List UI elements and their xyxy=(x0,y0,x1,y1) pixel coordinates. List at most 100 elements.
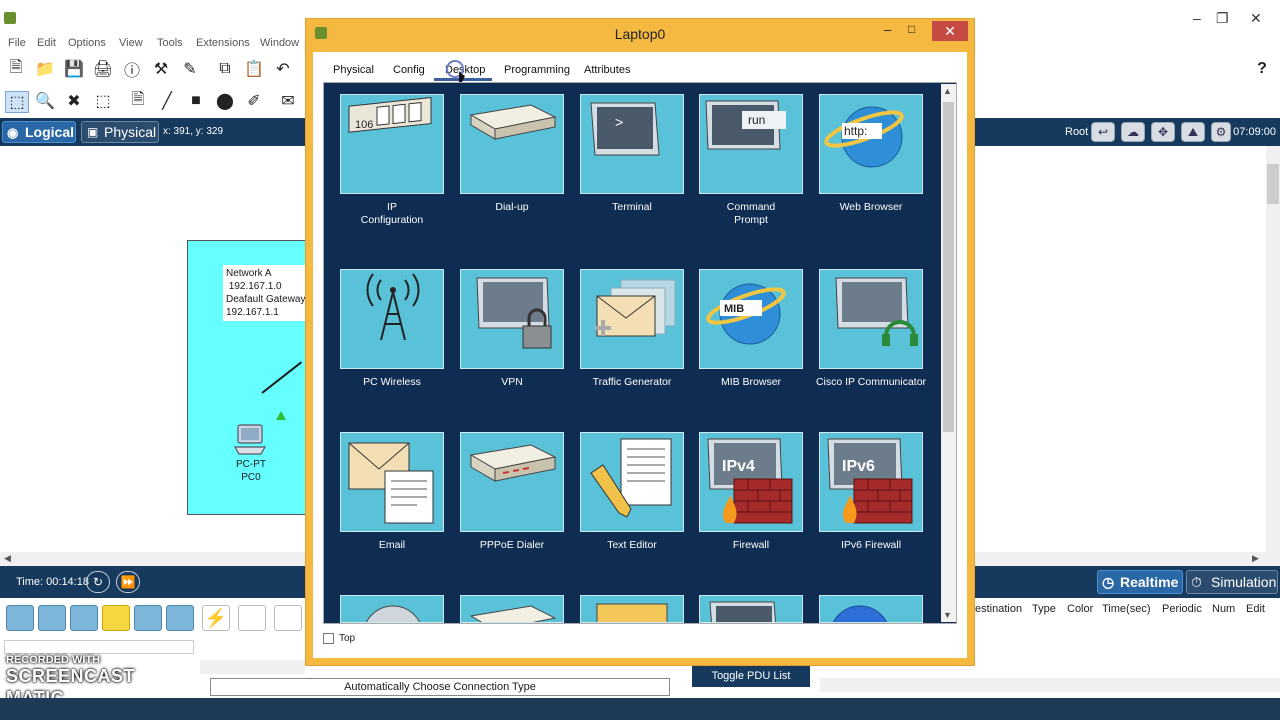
network-wizard-icon[interactable]: ⚒ xyxy=(151,59,171,79)
new-file-icon[interactable]: 🗎 xyxy=(6,59,26,79)
power-cycle-icon[interactable]: ↻ xyxy=(86,571,110,593)
freeform-icon[interactable]: ✐ xyxy=(244,91,264,111)
auto-connection-icon[interactable]: ⚡ xyxy=(202,605,230,631)
misc-devices-icon[interactable] xyxy=(134,605,162,631)
components-icon[interactable] xyxy=(70,605,98,631)
physical-view-tab[interactable]: ▣ Physical xyxy=(81,121,159,143)
zoom-search-icon[interactable]: 🔍 xyxy=(35,91,55,111)
email-tile[interactable] xyxy=(340,432,444,532)
ip-communicator-tile[interactable] xyxy=(819,269,923,369)
copy-icon[interactable]: ⧉ xyxy=(215,59,235,79)
pc-device-icon[interactable] xyxy=(233,423,267,457)
command-prompt-tile[interactable]: run xyxy=(699,94,803,194)
dialog-close-button[interactable]: ✕ xyxy=(932,21,968,41)
tab-programming[interactable]: Programming xyxy=(504,64,570,76)
desktop-scroll-thumb[interactable] xyxy=(943,102,954,432)
mib-browser-tile[interactable]: MIB xyxy=(699,269,803,369)
scroll-right-icon[interactable]: ▶ xyxy=(1252,553,1259,564)
firewall-tile[interactable]: IPv4 xyxy=(699,432,803,532)
note-icon[interactable]: 🗎 xyxy=(128,91,148,111)
paste-icon[interactable]: 📋 xyxy=(244,59,264,79)
ipv6-firewall-tile[interactable]: IPv6 xyxy=(819,432,923,532)
pc-wireless-tile[interactable] xyxy=(340,269,444,369)
straight-cable-icon[interactable] xyxy=(274,605,302,631)
network-devices-icon[interactable] xyxy=(6,605,34,631)
menu-file[interactable]: File xyxy=(8,37,26,49)
top-checkbox[interactable] xyxy=(323,633,334,644)
scroll-left-icon[interactable]: ◀ xyxy=(4,553,11,564)
pdu-col-destination[interactable]: estination xyxy=(975,603,1022,615)
connections-icon[interactable] xyxy=(102,605,130,631)
end-devices-icon[interactable] xyxy=(38,605,66,631)
dialog-minimize-icon[interactable]: – xyxy=(884,22,891,37)
menu-view[interactable]: View xyxy=(119,37,143,49)
workspace-vscroll-thumb[interactable] xyxy=(1267,164,1279,204)
pdu-col-time[interactable]: Time(sec) xyxy=(1102,603,1150,615)
simulation-mode-button[interactable]: ⏱ Simulation xyxy=(1186,570,1278,594)
logical-view-tab[interactable]: ◉ Logical xyxy=(2,121,76,143)
text-editor-tile[interactable] xyxy=(580,432,684,532)
partial-app-tile-3[interactable] xyxy=(580,595,684,623)
maximize-icon[interactable]: ❐ xyxy=(1216,10,1229,27)
partial-app-tile-5[interactable] xyxy=(819,595,923,623)
back-icon[interactable]: ↩ xyxy=(1091,122,1115,142)
pdu-col-num[interactable]: Num xyxy=(1212,603,1235,615)
realtime-mode-button[interactable]: ◷ Realtime xyxy=(1097,570,1183,594)
tab-config[interactable]: Config xyxy=(393,64,425,76)
network-note[interactable]: Network A 192.167.1.0 Deafault Gateway 1… xyxy=(223,265,309,321)
delete-icon[interactable]: ✖ xyxy=(64,91,84,111)
save-icon[interactable]: 💾 xyxy=(64,59,84,79)
dial-up-tile[interactable] xyxy=(460,94,564,194)
pdu-col-periodic[interactable]: Periodic xyxy=(1162,603,1202,615)
link-status-indicator xyxy=(276,411,286,420)
dialog-maximize-icon[interactable]: □ xyxy=(908,22,915,36)
draw-ellipse-icon[interactable]: ⬤ xyxy=(215,91,235,111)
pdu-envelope-icon[interactable]: ✉ xyxy=(278,91,298,111)
pdu-col-edit[interactable]: Edit xyxy=(1246,603,1265,615)
menu-window[interactable]: Window xyxy=(260,37,299,49)
partial-app-tile-4[interactable] xyxy=(699,595,803,623)
menu-extensions[interactable]: Extensions xyxy=(196,37,250,49)
pdu-col-color[interactable]: Color xyxy=(1067,603,1093,615)
tab-attributes[interactable]: Attributes xyxy=(584,64,630,76)
close-icon[interactable]: ✕ xyxy=(1250,10,1262,27)
terminal-tile[interactable]: > xyxy=(580,94,684,194)
pppoe-dialer-tile[interactable] xyxy=(460,432,564,532)
help-icon[interactable]: ? xyxy=(1252,59,1272,79)
activity-wizard-icon[interactable]: ✎ xyxy=(180,59,200,79)
menu-tools[interactable]: Tools xyxy=(157,37,183,49)
minimize-icon[interactable]: – xyxy=(1193,10,1201,26)
resize-icon[interactable]: ⬚ xyxy=(93,91,113,111)
info-icon[interactable]: ⓘ xyxy=(122,59,142,80)
multiuser-icon[interactable] xyxy=(166,605,194,631)
cluster-cloud-icon[interactable]: ☁ xyxy=(1121,122,1145,142)
menu-edit[interactable]: Edit xyxy=(37,37,56,49)
draw-line-icon[interactable]: ╱ xyxy=(157,91,177,111)
toggle-pdu-list-button[interactable]: Toggle PDU List Window xyxy=(692,665,810,704)
undo-icon[interactable]: ↶ xyxy=(273,59,293,79)
console-cable-icon[interactable] xyxy=(238,605,266,631)
scroll-down-icon[interactable]: ▼ xyxy=(943,610,952,620)
pdu-hscrollbar[interactable] xyxy=(820,678,1280,692)
vpn-tile[interactable] xyxy=(460,269,564,369)
traffic-generator-tile[interactable] xyxy=(580,269,684,369)
move-object-icon[interactable]: ✥ xyxy=(1151,122,1175,142)
pppoe-dialer-icon xyxy=(469,444,557,482)
partial-app-tile-1[interactable] xyxy=(340,595,444,623)
web-browser-tile[interactable]: http: xyxy=(819,94,923,194)
set-background-icon[interactable]: ⛰ xyxy=(1181,122,1205,142)
os-taskbar xyxy=(0,698,1280,720)
workspace-vscrollbar[interactable] xyxy=(1266,146,1280,552)
pdu-col-type[interactable]: Type xyxy=(1032,603,1056,615)
draw-rectangle-icon[interactable]: ■ xyxy=(186,91,206,111)
tab-physical[interactable]: Physical xyxy=(333,64,374,76)
fast-forward-icon[interactable]: ⏩ xyxy=(116,571,140,593)
print-icon[interactable]: 🖨 xyxy=(93,59,113,79)
open-folder-icon[interactable]: 📁 xyxy=(35,59,55,79)
menu-options[interactable]: Options xyxy=(68,37,106,49)
select-icon[interactable]: ⬚ xyxy=(5,91,29,113)
ip-configuration-tile[interactable]: 106 xyxy=(340,94,444,194)
partial-app-tile-2[interactable] xyxy=(460,595,564,623)
scroll-up-icon[interactable]: ▲ xyxy=(943,86,952,96)
svg-text:http:: http: xyxy=(844,124,867,138)
